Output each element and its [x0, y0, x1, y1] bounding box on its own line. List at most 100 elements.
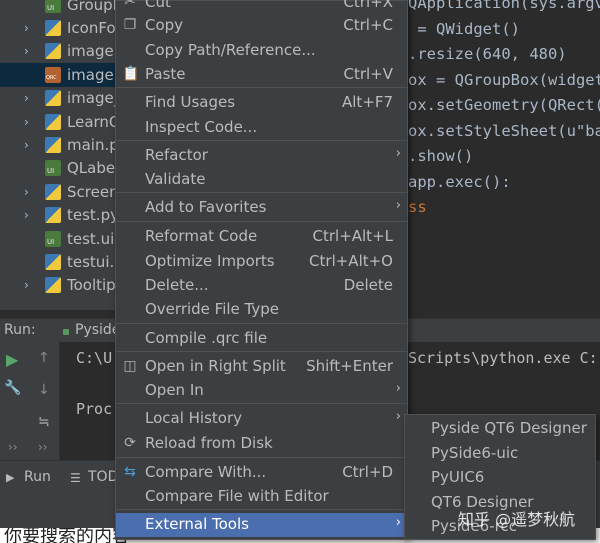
menu-item-label: Delete...: [145, 276, 209, 294]
menu-separator: [116, 192, 407, 193]
menu-item-label: Compare With...: [145, 463, 267, 481]
rerun-icon[interactable]: ▶: [6, 350, 18, 369]
menu-item[interactable]: External Tools ›: [116, 513, 407, 537]
menu-item[interactable]: ❐ Copy Ctrl+C: [116, 14, 407, 38]
tree-item[interactable]: › Tooltip: [0, 274, 120, 297]
menu-item[interactable]: Local History ›: [116, 407, 407, 431]
tree-item[interactable]: GroupB: [0, 0, 120, 16]
chevron-right-icon[interactable]: ›: [24, 138, 36, 152]
menu-item[interactable]: ◫ Open in Right Split Shift+Enter: [116, 355, 407, 379]
chevron-right-icon[interactable]: ›: [24, 208, 36, 222]
menu-separator: [116, 509, 407, 510]
tree-item[interactable]: › image_: [0, 87, 120, 110]
tree-item[interactable]: › LearnQ: [0, 110, 120, 133]
code-line: ox.setStyleSheet(u"ba: [408, 121, 600, 140]
menu-item[interactable]: Inspect Code...: [116, 116, 407, 140]
tree-item[interactable]: test.ui: [0, 227, 120, 250]
chevron-right-icon[interactable]: ›: [24, 278, 36, 292]
chevron-right-icon[interactable]: ›: [24, 185, 36, 199]
menu-item[interactable]: Optimize Imports Ctrl+Alt+O: [116, 250, 407, 274]
scroll-down-icon[interactable]: ↓: [38, 382, 50, 398]
tree-item[interactable]: image.q: [0, 63, 120, 87]
menu-item[interactable]: Compare File with Editor: [116, 485, 407, 509]
menu-item-shortcut: Delete: [343, 276, 393, 294]
menu-item-label: Add to Favorites: [145, 198, 267, 216]
context-menu: ✂ Cut Ctrl+X ❐ Copy Ctrl+C Copy Path/Reference…: [115, 0, 408, 540]
tree-item-label: image.q: [67, 65, 120, 84]
ui-file-icon: [45, 160, 61, 177]
tree-item[interactable]: › IconFor: [0, 16, 120, 39]
menu-item[interactable]: 📋 Paste Ctrl+V: [116, 63, 407, 87]
more-icon[interactable]: ››: [38, 440, 48, 454]
scroll-up-icon[interactable]: ↑: [38, 350, 50, 366]
todo-tab-icon: ☰: [70, 471, 81, 485]
code-line: ss: [408, 198, 427, 216]
menu-item-label: Copy Path/Reference...: [145, 41, 316, 59]
tree-item[interactable]: › Screen: [0, 180, 120, 203]
menu-item[interactable]: Delete... Delete: [116, 274, 407, 298]
chevron-right-icon[interactable]: ›: [24, 91, 36, 105]
menu-item[interactable]: ⟳ Reload from Disk: [116, 432, 407, 456]
tree-item[interactable]: testui.p: [0, 250, 120, 273]
menu-item[interactable]: Find Usages Alt+F7: [116, 91, 407, 115]
bottom-tab-run[interactable]: Run: [24, 469, 51, 485]
python-file-icon: [45, 183, 61, 200]
menu-item[interactable]: Add to Favorites ›: [116, 196, 407, 220]
tree-item[interactable]: › test.py: [0, 204, 120, 227]
bottom-tab-todo[interactable]: TOD: [88, 469, 118, 485]
menu-item[interactable]: Refactor ›: [116, 144, 407, 168]
menu-item-label: Local History: [145, 409, 243, 427]
python-file-icon: [45, 43, 61, 60]
menu-item-shortcut: Ctrl+D: [342, 463, 393, 481]
chevron-right-icon[interactable]: ›: [24, 44, 36, 58]
submenu-arrow-icon: ›: [395, 409, 401, 424]
tree-item[interactable]: › main.py: [0, 133, 120, 156]
submenu-item[interactable]: Pyside QT6 Designer: [405, 417, 595, 441]
more-icon[interactable]: ››: [8, 440, 18, 454]
menu-item[interactable]: Validate: [116, 168, 407, 192]
tree-item-label: Tooltip: [67, 276, 116, 295]
menu-item[interactable]: Override File Type: [116, 298, 407, 322]
python-file-icon: [45, 254, 61, 271]
python-file-icon: [45, 137, 61, 154]
compare-icon: ⇆: [124, 464, 136, 480]
wrench-icon[interactable]: 🔧: [4, 380, 21, 396]
chevron-right-icon[interactable]: ›: [24, 115, 36, 129]
submenu-item[interactable]: PyUIC6: [405, 466, 595, 490]
code-line: = QWidget(): [408, 19, 520, 38]
submenu-item[interactable]: PySide6-uic: [405, 442, 595, 466]
tree-item-label: GroupB: [67, 0, 120, 14]
menu-item[interactable]: ✂ Cut Ctrl+X: [116, 0, 407, 15]
code-editor[interactable]: QApplication(sys.argv = QWidget() .resize…: [400, 0, 600, 310]
tree-item[interactable]: QLabel: [0, 157, 120, 180]
menu-item-label: Open In: [145, 381, 204, 399]
chevron-right-icon[interactable]: ›: [24, 21, 36, 35]
tree-item-label: main.py: [67, 136, 120, 155]
menu-item[interactable]: Copy Path/Reference...: [116, 39, 407, 63]
menu-item-label: Override File Type: [145, 300, 279, 318]
menu-item[interactable]: Open In ›: [116, 379, 407, 403]
menu-item[interactable]: ⇆ Compare With... Ctrl+D: [116, 461, 407, 485]
menu-separator: [116, 140, 407, 141]
tree-item-label: LearnQ: [67, 112, 120, 131]
menu-separator: [116, 323, 407, 324]
tree-item-label: IconFor: [67, 19, 120, 38]
menu-separator: [116, 403, 407, 404]
tree-item[interactable]: › image.p: [0, 40, 120, 63]
code-line: ox.setGeometry(QRect(: [408, 96, 600, 114]
menu-item[interactable]: Compile .qrc file: [116, 327, 407, 351]
menu-item-label: Compare File with Editor: [145, 487, 329, 505]
menu-item-label: Refactor: [145, 146, 208, 164]
background-text: 你要搜索的内容: [4, 528, 130, 543]
menu-separator: [116, 457, 407, 458]
menu-item-label: Compile .qrc file: [145, 329, 268, 347]
submenu-item-label: PySide6-uic: [431, 443, 519, 462]
tree-item-label: image_: [67, 89, 120, 108]
menu-item-shortcut: Ctrl+Alt+O: [309, 252, 393, 270]
soft-wrap-icon[interactable]: ≒: [38, 414, 50, 430]
console-line: C:\U: [76, 349, 113, 367]
menu-item[interactable]: Reformat Code Ctrl+Alt+L: [116, 225, 407, 249]
menu-item-label: Reload from Disk: [145, 434, 273, 452]
menu-item-label: Paste: [145, 65, 186, 83]
run-config-tab[interactable]: Pyside: [75, 322, 120, 338]
